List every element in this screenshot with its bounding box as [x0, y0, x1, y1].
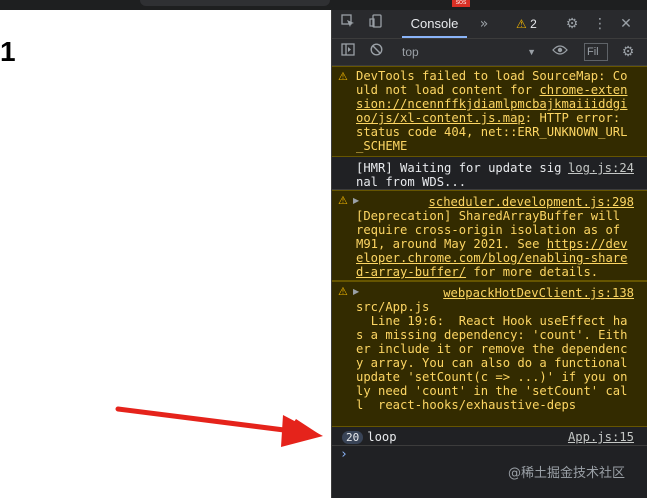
red-arrow-annotation: [115, 406, 323, 447]
